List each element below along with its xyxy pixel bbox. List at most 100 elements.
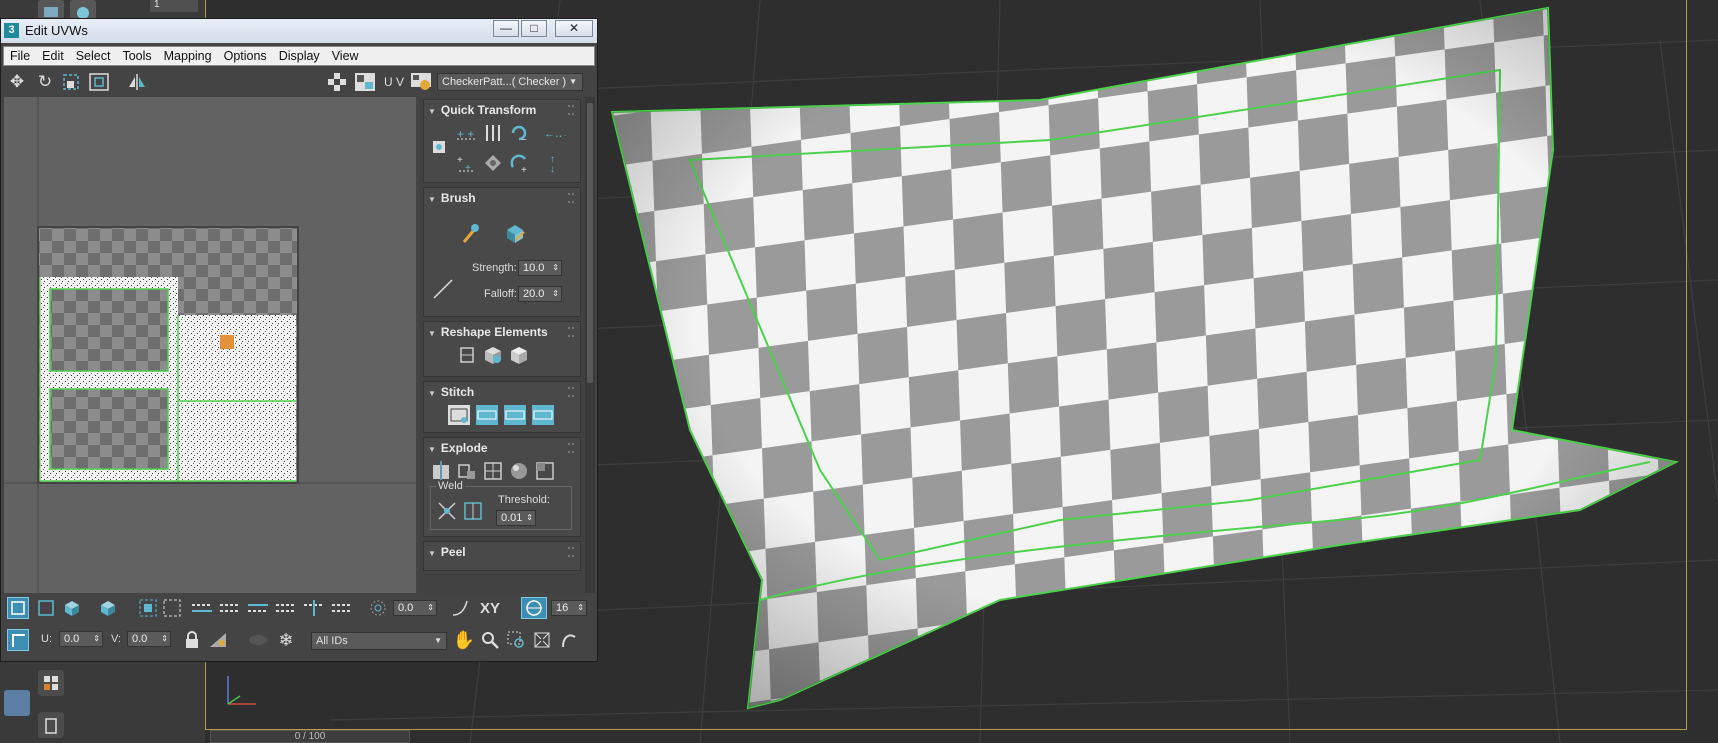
- relax-settings-icon[interactable]: [508, 344, 530, 366]
- zoom-extents-icon[interactable]: [531, 629, 553, 651]
- viewport-layout-icon[interactable]: [4, 690, 30, 716]
- menu-select[interactable]: Select: [76, 49, 111, 63]
- move-icon[interactable]: ✥: [7, 72, 27, 92]
- loop-grow-icon[interactable]: [219, 597, 241, 619]
- mirror-icon[interactable]: [127, 72, 147, 92]
- rotate-angle-spinner[interactable]: 0.0 ⇕: [393, 600, 437, 616]
- rollout-header-brush[interactable]: ▼ Brush: [428, 191, 476, 205]
- snap-grid-icon[interactable]: [521, 597, 547, 619]
- relax-brush-icon[interactable]: [504, 222, 526, 244]
- freeform-icon[interactable]: [89, 72, 109, 92]
- align-center-icon[interactable]: + +: [456, 152, 478, 174]
- rollout-header-peel[interactable]: ▼ Peel: [428, 545, 466, 559]
- title-bar[interactable]: 3 Edit UVWs — □ ✕: [1, 19, 597, 43]
- minimize-button[interactable]: —: [493, 20, 519, 37]
- freeze-icon[interactable]: ❄: [275, 629, 297, 651]
- ring-icon[interactable]: [275, 597, 297, 619]
- time-slider[interactable]: 0 / 100: [210, 730, 410, 743]
- strength-spinner[interactable]: 10.0 ⇕: [518, 260, 562, 276]
- scale-icon[interactable]: [61, 72, 81, 92]
- tile-icon[interactable]: [557, 629, 579, 651]
- break-icon[interactable]: [430, 460, 452, 482]
- pan-hand-icon[interactable]: ✋: [453, 629, 475, 651]
- zoom-region-icon[interactable]: [505, 629, 527, 651]
- polygon-mode-icon[interactable]: [61, 597, 83, 619]
- material-id-dropdown[interactable]: All IDs ▼: [311, 632, 447, 650]
- rollout-header-reshape[interactable]: ▼ Reshape Elements: [428, 325, 548, 339]
- grid-size-spinner[interactable]: 16 ⇕: [551, 600, 587, 616]
- vertex-mode-icon[interactable]: [7, 597, 29, 619]
- menu-edit[interactable]: Edit: [42, 49, 64, 63]
- uv-axis-label[interactable]: U V: [381, 72, 407, 92]
- v-label: V:: [111, 633, 121, 645]
- edge-mode-icon[interactable]: [35, 597, 57, 619]
- align-pivot-icon[interactable]: [482, 152, 504, 174]
- texture-settings-icon[interactable]: [411, 72, 431, 92]
- falloff-curve-icon[interactable]: [432, 278, 454, 300]
- maximize-button[interactable]: □: [521, 20, 547, 37]
- hide-icon[interactable]: [207, 629, 229, 651]
- selection-toolbar: 0.0 ⇕ XY 16 ⇕: [1, 593, 597, 623]
- panel-scroll-thumb[interactable]: [587, 103, 593, 383]
- flatten-by-material-icon[interactable]: [508, 460, 530, 482]
- texture-dropdown[interactable]: CheckerPatt...( Checker ) ▼: [437, 73, 583, 91]
- flatten-by-polygon-icon[interactable]: [482, 460, 504, 482]
- zoom-icon[interactable]: [479, 629, 501, 651]
- scene-explorer-icon[interactable]: [38, 670, 64, 696]
- element-mode-icon[interactable]: [97, 597, 119, 619]
- ring-shrink-icon[interactable]: [331, 597, 353, 619]
- brush-title: Brush: [440, 191, 476, 205]
- ring-grow-icon[interactable]: [303, 597, 325, 619]
- u-spinner[interactable]: 0.0 ⇕: [59, 631, 103, 647]
- peel-title: Peel: [440, 545, 466, 559]
- falloff-label: Falloff:: [484, 288, 517, 300]
- menu-tools[interactable]: Tools: [122, 49, 151, 63]
- align-horizontal-icon[interactable]: + +: [456, 122, 478, 144]
- soft-selection-icon[interactable]: [367, 597, 389, 619]
- menu-options[interactable]: Options: [224, 49, 267, 63]
- absolute-offset-icon[interactable]: [7, 629, 29, 651]
- relax-icon[interactable]: [482, 344, 504, 366]
- space-vertical-icon[interactable]: ↑ ↓: [544, 152, 566, 174]
- menu-view[interactable]: View: [332, 49, 359, 63]
- straighten-icon[interactable]: [456, 344, 478, 366]
- rollout-header-explode[interactable]: ▼ Explode: [428, 441, 488, 455]
- freeze-visibility-icon[interactable]: [247, 629, 269, 651]
- v-spinner[interactable]: 0.0 ⇕: [127, 631, 171, 647]
- paint-brush-icon[interactable]: [460, 222, 482, 244]
- menu-mapping[interactable]: Mapping: [164, 49, 212, 63]
- rollout-header-quick-transform[interactable]: ▼ Quick Transform: [428, 103, 536, 117]
- menu-file[interactable]: File: [10, 49, 30, 63]
- grow-selection-icon[interactable]: [137, 597, 159, 619]
- shrink-selection-icon[interactable]: [161, 597, 183, 619]
- stitch-custom-icon[interactable]: [448, 404, 470, 426]
- flatten-by-smoothing-icon[interactable]: [534, 460, 556, 482]
- show-map-icon[interactable]: [355, 72, 375, 92]
- space-horizontal-icon[interactable]: ←‥→: [544, 122, 566, 144]
- align-vertical-icon[interactable]: [482, 122, 504, 144]
- loop-icon[interactable]: [191, 597, 213, 619]
- rollout-header-stitch[interactable]: ▼ Stitch: [428, 385, 474, 399]
- lock-icon[interactable]: [181, 629, 203, 651]
- falloff-spinner[interactable]: 20.0 ⇕: [518, 286, 562, 302]
- stitch-to-source-icon[interactable]: [476, 404, 498, 426]
- detach-icon[interactable]: [456, 460, 478, 482]
- rotate-cw-icon[interactable]: +: [508, 152, 530, 174]
- falloff-type-icon[interactable]: [449, 597, 471, 619]
- top-spinner-field[interactable]: 1: [150, 0, 198, 12]
- stitch-average-icon[interactable]: [504, 404, 526, 426]
- menu-display[interactable]: Display: [279, 49, 320, 63]
- weld-selected-icon[interactable]: [436, 500, 458, 522]
- threshold-spinner[interactable]: 0.01 ⇕: [496, 510, 536, 526]
- checker-toggle-icon[interactable]: [327, 72, 347, 92]
- align-icon[interactable]: [428, 136, 450, 158]
- close-button[interactable]: ✕: [555, 20, 593, 37]
- loop-shrink-icon[interactable]: [247, 597, 269, 619]
- battery-icon[interactable]: [38, 712, 64, 738]
- xy-coordinate-label[interactable]: XY: [475, 597, 505, 619]
- weld-all-icon[interactable]: [462, 500, 484, 522]
- uv-editor-canvas[interactable]: [4, 97, 416, 593]
- stitch-to-target-icon[interactable]: [532, 404, 554, 426]
- rotate-icon[interactable]: ↻: [35, 72, 55, 92]
- rotate-ccw-icon[interactable]: −: [508, 122, 530, 144]
